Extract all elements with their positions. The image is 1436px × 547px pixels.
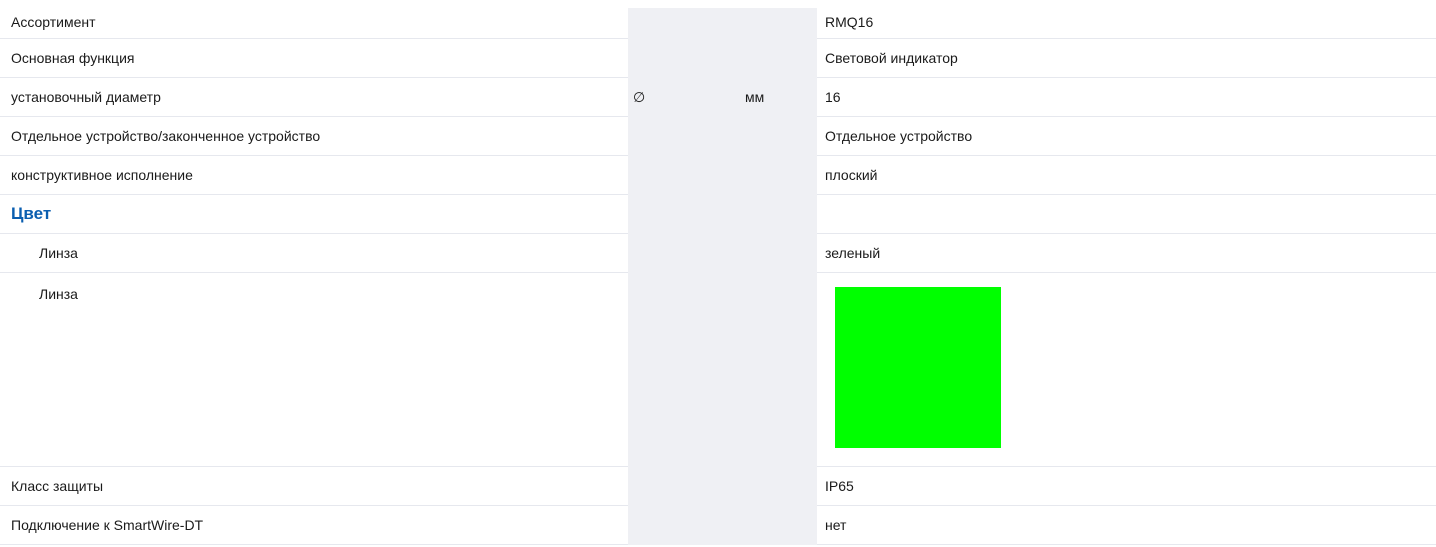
row-value: Отдельное устройство: [817, 116, 1436, 156]
row-symbol: [628, 155, 743, 195]
diameter-symbol: ∅: [628, 77, 743, 117]
row-value: Световой индикатор: [817, 38, 1436, 78]
row-value: [817, 272, 1436, 467]
table-row: Линза зеленый: [0, 233, 1436, 273]
row-label: Основная функция: [0, 38, 628, 78]
section-heading: Цвет: [0, 194, 628, 234]
section-header-color: Цвет: [0, 194, 1436, 234]
row-label: Линза: [0, 272, 628, 467]
table-row: Отдельное устройство/законченное устройс…: [0, 116, 1436, 156]
row-symbol: [628, 8, 743, 39]
row-label: конструктивное исполнение: [0, 155, 628, 195]
row-value: зеленый: [817, 233, 1436, 273]
row-label: Подключение к SmartWire-DT: [0, 505, 628, 545]
row-unit: [743, 233, 817, 273]
row-unit: [743, 155, 817, 195]
row-unit: [743, 272, 817, 467]
clipped-section-heading: ​: [0, 0, 1436, 8]
row-unit: [743, 466, 817, 506]
table-row: Линза: [0, 272, 1436, 467]
row-symbol: [628, 38, 743, 78]
row-symbol: [628, 466, 743, 506]
table-row: конструктивное исполнение плоский: [0, 155, 1436, 195]
row-symbol: [628, 505, 743, 545]
row-unit: [743, 505, 817, 545]
row-value: RMQ16: [817, 8, 1436, 39]
row-value: нет: [817, 505, 1436, 545]
table-row: Ассортимент RMQ16: [0, 8, 1436, 39]
spec-table: Ассортимент RMQ16 Основная функция Свето…: [0, 8, 1436, 545]
table-row: Класс защиты IP65: [0, 466, 1436, 506]
row-label: Ассортимент: [0, 8, 628, 39]
row-value: IP65: [817, 466, 1436, 506]
row-value: 16: [817, 77, 1436, 117]
row-label: Отдельное устройство/законченное устройс…: [0, 116, 628, 156]
row-symbol: [628, 194, 743, 234]
row-value: плоский: [817, 155, 1436, 195]
table-row: Основная функция Световой индикатор: [0, 38, 1436, 78]
row-unit: [743, 116, 817, 156]
row-symbol: [628, 233, 743, 273]
row-symbol: [628, 116, 743, 156]
row-label: Класс защиты: [0, 466, 628, 506]
table-row: установочный диаметр ∅ мм 16: [0, 77, 1436, 117]
row-unit: [743, 8, 817, 39]
row-unit: [743, 38, 817, 78]
row-label: Линза: [0, 233, 628, 273]
row-value: [817, 194, 1436, 234]
row-symbol: [628, 272, 743, 467]
row-label: установочный диаметр: [0, 77, 628, 117]
row-unit: мм: [743, 77, 817, 117]
table-row: Подключение к SmartWire-DT нет: [0, 505, 1436, 545]
lens-color-swatch: [835, 286, 1001, 448]
row-unit: [743, 194, 817, 234]
